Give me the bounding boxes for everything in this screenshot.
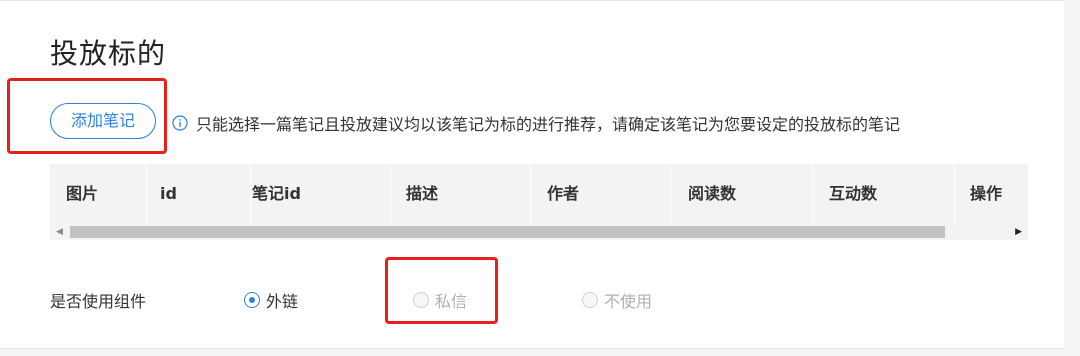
scrollbar-thumb[interactable] [70, 226, 945, 238]
radio-none[interactable]: 不使用 [582, 288, 652, 312]
radio-label-none: 不使用 [604, 292, 653, 311]
tip-text: 只能选择一篇笔记且投放建议均以该笔记为标的进行推荐，请确定该笔记为您要设定的投放… [196, 115, 901, 134]
radio-unchecked-icon[interactable] [582, 292, 598, 308]
column-header-author: 作者 [547, 184, 580, 203]
column-header-note-id: 笔记id [252, 184, 301, 203]
radio-checked-icon[interactable] [244, 292, 260, 308]
highlight-box-add-button [7, 78, 167, 154]
notes-table-header: 图片 id 笔记id 描述 作者 阅读数 互动数 操作 [50, 164, 1028, 224]
section-title: 投放标的 [50, 37, 167, 70]
column-divider [812, 164, 813, 224]
column-divider [670, 164, 671, 224]
column-header-interactions: 互动数 [829, 184, 878, 203]
info-circle-icon [172, 115, 188, 131]
radio-external-link[interactable]: 外链 [244, 288, 298, 312]
tip-row: 只能选择一篇笔记且投放建议均以该笔记为标的进行推荐，请确定该笔记为您要设定的投放… [172, 111, 900, 135]
column-divider [146, 164, 147, 224]
column-divider [250, 164, 251, 224]
radio-label-external-link: 外链 [266, 292, 299, 311]
component-label: 是否使用组件 [50, 292, 147, 311]
top-divider [0, 0, 1064, 1]
column-header-description: 描述 [406, 184, 439, 203]
targeting-card: 投放标的 添加笔记 只能选择一篇笔记且投放建议均以该笔记为标的进行推荐，请确定该… [0, 0, 1064, 349]
column-header-id: id [160, 184, 177, 203]
column-header-actions: 操作 [970, 184, 1003, 203]
scroll-right-arrow-icon[interactable]: ▶ [1015, 228, 1022, 237]
column-divider [530, 164, 531, 224]
column-divider [954, 164, 955, 224]
table-horizontal-scrollbar[interactable]: ◀ ▶ [50, 224, 1028, 240]
column-divider [390, 164, 391, 224]
column-header-image: 图片 [66, 184, 99, 203]
column-header-views: 阅读数 [688, 184, 737, 203]
highlight-box-private-message [385, 257, 498, 324]
scroll-left-arrow-icon[interactable]: ◀ [56, 228, 63, 237]
